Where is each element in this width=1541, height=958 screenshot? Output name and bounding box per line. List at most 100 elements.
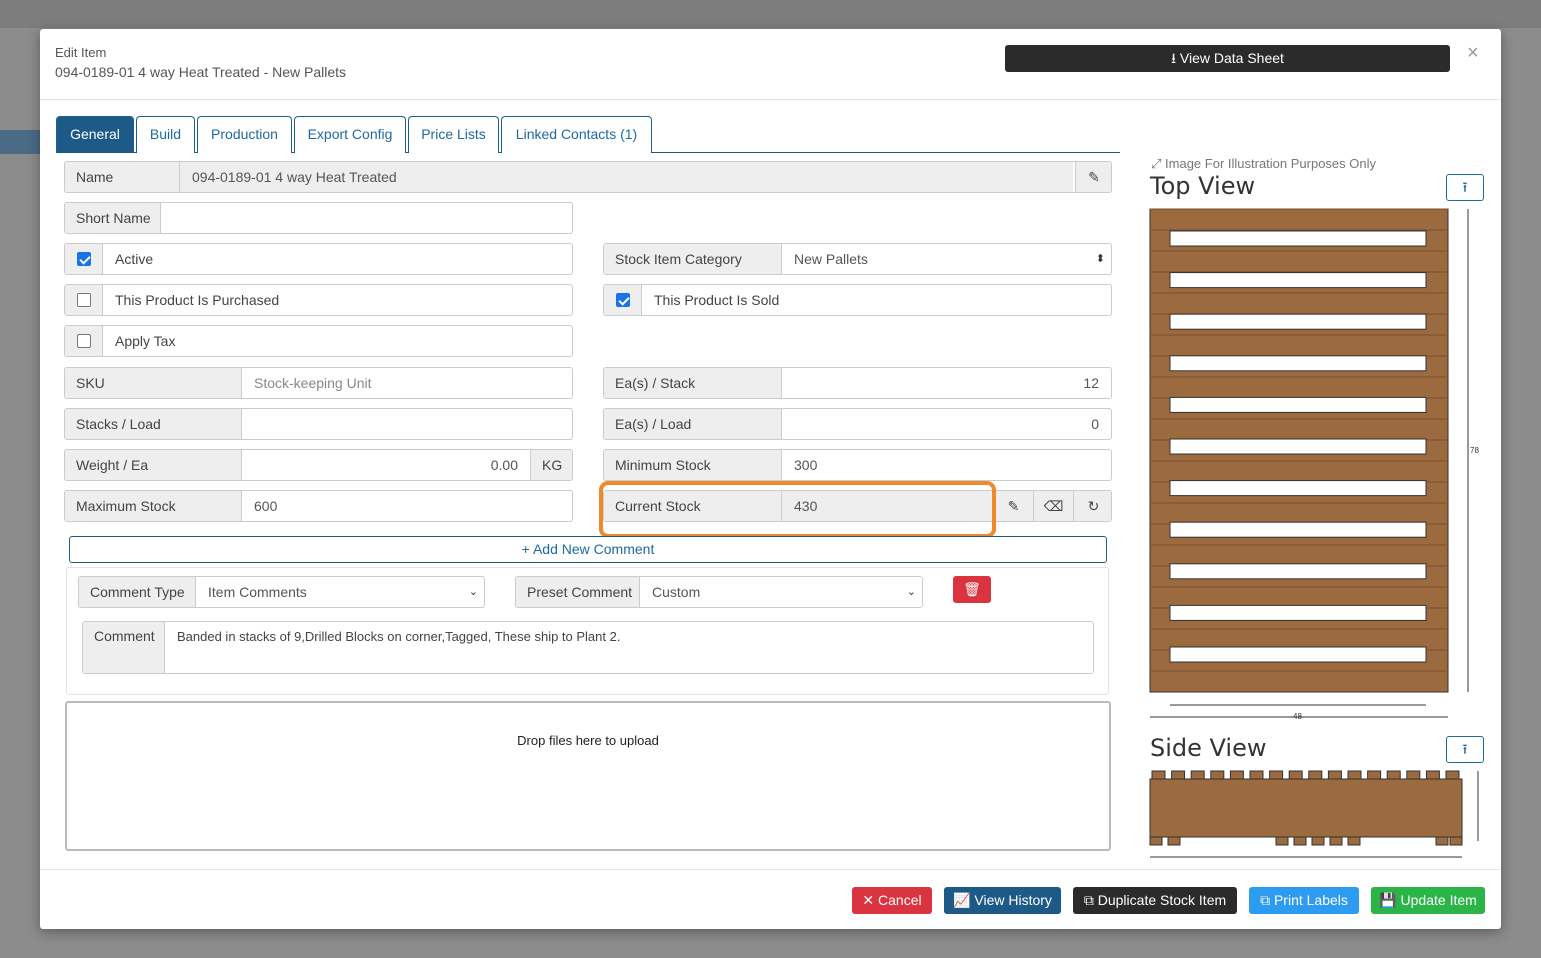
- ea-stack-input[interactable]: 12: [782, 368, 1111, 398]
- chevron-down-icon: ⌄: [906, 586, 916, 598]
- trash-icon: 🗑: [963, 581, 981, 597]
- deck-board: [1249, 770, 1264, 780]
- preset-comment-label: Preset Comment: [516, 577, 640, 607]
- active-label: Active: [115, 251, 154, 267]
- close-icon[interactable]: ×: [1467, 43, 1479, 63]
- active-checkbox[interactable]: [65, 244, 103, 274]
- tab-linked-contacts[interactable]: Linked Contacts (1): [501, 116, 652, 153]
- bottom-board: [1167, 836, 1181, 846]
- slat-gap: [1169, 230, 1427, 247]
- stacks-load-field: Stacks / Load: [64, 408, 573, 440]
- max-stock-input[interactable]: 600: [242, 491, 572, 521]
- ea-stack-label: Ea(s) / Stack: [604, 368, 782, 398]
- category-field: Stock Item Category New Pallets ⬍: [603, 243, 1112, 275]
- deck-board: [1308, 770, 1323, 780]
- drop-zone-text: Drop files here to upload: [517, 733, 659, 748]
- comment-textarea[interactable]: Banded in stacks of 9,Drilled Blocks on …: [177, 629, 620, 644]
- purchased-checkbox[interactable]: [65, 285, 103, 315]
- comment-field: Comment Banded in stacks of 9,Drilled Bl…: [82, 621, 1094, 674]
- file-drop-zone[interactable]: Drop files here to upload: [65, 701, 1111, 851]
- deck-board: [1386, 770, 1401, 780]
- comment-label: Comment: [83, 622, 165, 673]
- slat-gap: [1169, 313, 1427, 330]
- print-labels-label: Print Labels: [1273, 892, 1348, 908]
- side-view-title: Side View: [1150, 734, 1267, 762]
- weight-field: Weight / Ea 0.00 KG: [64, 449, 573, 481]
- apply-tax-label: Apply Tax: [115, 333, 176, 349]
- tab-export-config[interactable]: Export Config: [294, 116, 406, 153]
- purchased-checkbox-row[interactable]: This Product Is Purchased: [64, 284, 573, 316]
- name-field: Name 094-0189-01 4 way Heat Treated ✎: [64, 161, 1112, 193]
- view-history-label: View History: [974, 892, 1052, 908]
- category-label: Stock Item Category: [604, 244, 782, 274]
- upload-side-view-button[interactable]: ⭱: [1446, 736, 1484, 763]
- print-labels-button[interactable]: ⧉ Print Labels: [1249, 887, 1359, 914]
- deck-board: [1445, 770, 1460, 780]
- weight-label: Weight / Ea: [65, 450, 242, 480]
- short-name-input[interactable]: [161, 203, 572, 233]
- select-arrows-icon: ⬍: [1095, 253, 1105, 265]
- sold-label: This Product Is Sold: [654, 292, 780, 308]
- tab-build[interactable]: Build: [136, 116, 195, 153]
- slat-gap: [1169, 646, 1427, 663]
- upload-icon: ⭱: [1462, 741, 1468, 757]
- expand-icon: ⤢: [1151, 156, 1162, 171]
- deck-board: [1425, 770, 1440, 780]
- bottom-board: [1329, 836, 1343, 846]
- ea-load-field: Ea(s) / Load 0: [603, 408, 1112, 440]
- deck-board: [1210, 770, 1225, 780]
- modal-title: 094-0189-01 4 way Heat Treated - New Pal…: [55, 64, 347, 80]
- slat-gap: [1169, 480, 1427, 497]
- eraser-icon[interactable]: ⌫: [1033, 491, 1073, 521]
- bottom-board: [1149, 836, 1163, 846]
- top-length-dim: 78: [1470, 446, 1479, 455]
- update-item-button[interactable]: 💾 Update Item: [1371, 887, 1485, 914]
- bottom-board: [1275, 836, 1289, 846]
- edit-stock-icon[interactable]: ✎: [993, 491, 1033, 521]
- upload-top-view-button[interactable]: ⭱: [1446, 174, 1484, 201]
- deck-board: [1347, 770, 1362, 780]
- download-icon: ⭳: [1171, 50, 1176, 66]
- category-select[interactable]: New Pallets: [782, 244, 1082, 274]
- stacks-load-input[interactable]: [242, 409, 572, 439]
- sold-checkbox[interactable]: [604, 285, 642, 315]
- max-stock-field: Maximum Stock 600: [64, 490, 573, 522]
- tab-general[interactable]: General: [56, 116, 134, 153]
- cancel-button[interactable]: ✕ Cancel: [852, 887, 932, 914]
- tab-price-lists[interactable]: Price Lists: [408, 116, 499, 153]
- view-history-button[interactable]: 📈 View History: [944, 887, 1061, 914]
- apply-tax-checkbox-row[interactable]: Apply Tax: [64, 325, 573, 357]
- deck-board: [1406, 770, 1421, 780]
- illustration-note: ⤢ Image For Illustration Purposes Only: [1151, 156, 1376, 172]
- duplicate-stock-item-button[interactable]: ⧉ Duplicate Stock Item: [1073, 887, 1237, 914]
- refresh-icon[interactable]: ↻: [1073, 491, 1111, 521]
- app-topbar: [0, 0, 1541, 28]
- sku-field: SKU Stock-keeping Unit: [64, 367, 573, 399]
- sku-input[interactable]: Stock-keeping Unit: [242, 368, 572, 398]
- edit-item-modal: Edit Item 094-0189-01 4 way Heat Treated…: [40, 29, 1501, 929]
- edit-name-icon[interactable]: ✎: [1075, 162, 1111, 192]
- min-stock-field: Minimum Stock 300: [603, 449, 1112, 481]
- weight-input[interactable]: 0.00: [242, 450, 530, 480]
- view-data-sheet-label: View Data Sheet: [1179, 50, 1284, 66]
- modal-header: Edit Item 094-0189-01 4 way Heat Treated…: [40, 29, 1501, 100]
- sold-checkbox-row[interactable]: This Product Is Sold: [603, 284, 1112, 316]
- apply-tax-checkbox[interactable]: [65, 326, 103, 356]
- preset-comment-field: Preset Comment Custom ⌄: [515, 576, 923, 608]
- bottom-board: [1293, 836, 1307, 846]
- preset-comment-select[interactable]: Custom: [640, 577, 880, 607]
- view-data-sheet-button[interactable]: ⭳ View Data Sheet: [1005, 45, 1450, 72]
- comment-type-select[interactable]: Item Comments: [196, 577, 446, 607]
- weight-unit: KG: [530, 450, 572, 480]
- purchased-label: This Product Is Purchased: [115, 292, 280, 308]
- comment-type-label: Comment Type: [79, 577, 196, 607]
- min-stock-input[interactable]: 300: [782, 450, 1111, 480]
- ea-load-input[interactable]: 0: [782, 409, 1111, 439]
- active-checkbox-row[interactable]: Active: [64, 243, 573, 275]
- delete-comment-button[interactable]: 🗑: [953, 576, 991, 603]
- add-new-comment-button[interactable]: + Add New Comment: [69, 536, 1107, 563]
- tab-production[interactable]: Production: [197, 116, 292, 153]
- min-stock-label: Minimum Stock: [604, 450, 782, 480]
- short-name-label: Short Name: [65, 203, 161, 233]
- deck-board: [1229, 770, 1244, 780]
